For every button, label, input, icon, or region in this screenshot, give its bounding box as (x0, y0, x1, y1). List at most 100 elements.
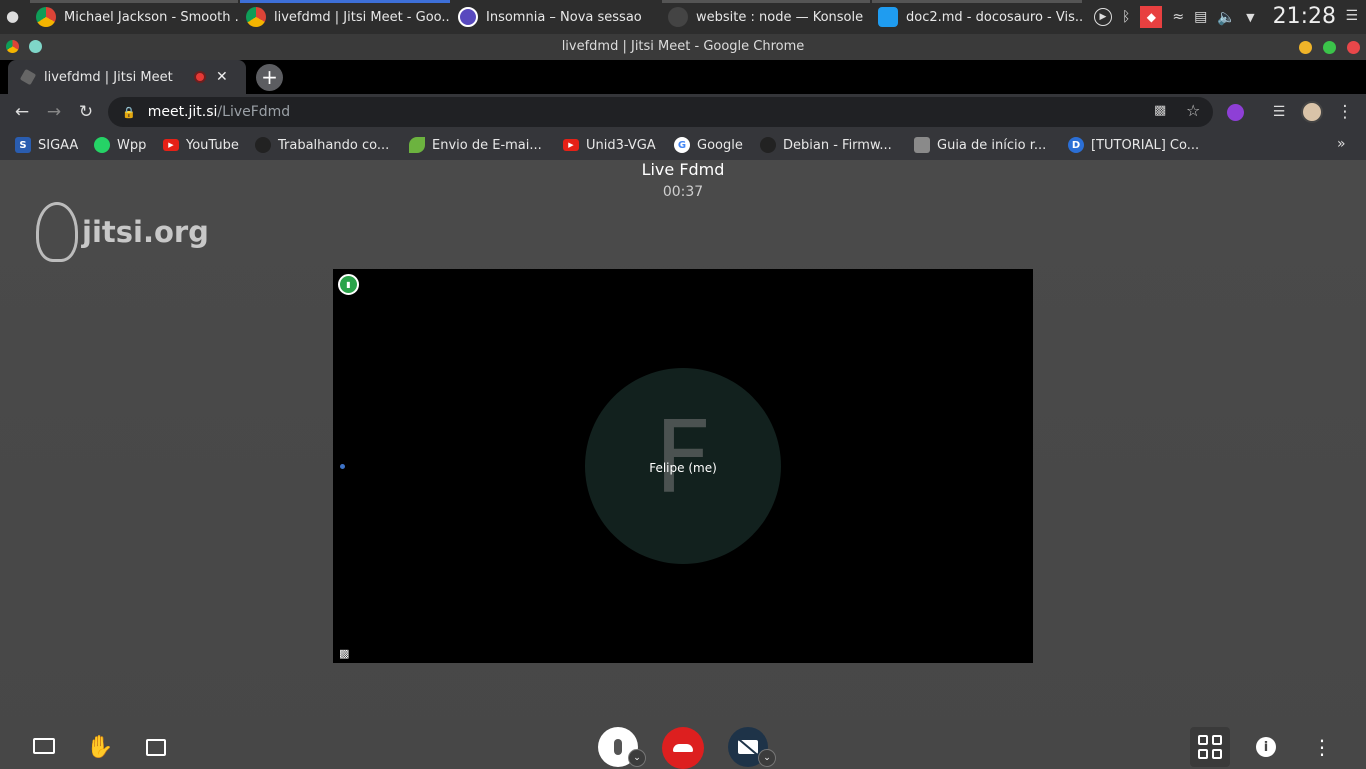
tab-strip: livefdmd | Jitsi Meet ✕ + (0, 60, 1366, 94)
bookmark-debian[interactable]: Debian - Firmw... (760, 130, 892, 160)
back-icon[interactable]: ← (10, 100, 34, 124)
meeting-stage: Live Fdmd 00:37 jitsi.org ▮ F Felipe (me… (0, 160, 1366, 769)
system-clock[interactable]: 21:28 (1273, 4, 1336, 29)
media-controls-icon[interactable]: ☰ (1267, 100, 1291, 124)
url-host: meet.jit.si (147, 104, 218, 120)
meeting-timer: 00:37 (662, 184, 704, 200)
terminal-icon (668, 7, 688, 27)
chrome-icon (6, 40, 19, 53)
url-path: /LiveFdmd (217, 104, 291, 120)
taskbar-task-chrome-music[interactable]: Michael Jackson - Smooth ... (30, 0, 238, 34)
bookmark-wpp[interactable]: Wpp (94, 130, 146, 160)
bookmark-label: YouTube (186, 137, 239, 153)
dominant-speaker-dot (340, 464, 345, 469)
new-tab-button[interactable]: + (256, 64, 283, 91)
connection-indicator-icon[interactable]: ▮ (338, 274, 359, 295)
google-icon: G (674, 137, 690, 153)
avatar-initial: F (654, 399, 712, 516)
jitsi-logo-text: jitsi.org (82, 215, 209, 249)
youtube-icon: ▶ (563, 139, 579, 151)
bookmark-unid3[interactable]: ▶ Unid3-VGA (563, 130, 656, 160)
jitsi-favicon-icon (19, 68, 37, 86)
forward-icon[interactable]: → (42, 100, 66, 124)
participant-name: Felipe (me) (649, 461, 717, 475)
taskbar-task-label: Michael Jackson - Smooth ... (64, 9, 238, 25)
bookmark-label: Unid3-VGA (586, 137, 656, 153)
apple-menu-icon[interactable]: ● (6, 8, 20, 24)
taskbar-task-insomnia[interactable]: Insomnia – Nova sessao (452, 0, 658, 34)
maximize-button[interactable] (1323, 41, 1336, 54)
more-vertical-icon: ⋮ (1312, 735, 1332, 759)
d-logo-icon: D (1068, 137, 1084, 153)
more-bookmarks-icon[interactable]: » (1337, 136, 1346, 152)
tux-icon (255, 137, 271, 153)
taskbar-task-vscode[interactable]: doc2.md - docosauro - Vis... (872, 0, 1082, 34)
camera-icon[interactable]: ▩ (1154, 103, 1166, 118)
media-play-icon[interactable]: ▶ (1094, 8, 1112, 26)
chrome-icon (36, 7, 56, 27)
pin-icon[interactable] (29, 40, 42, 53)
bluetooth-icon[interactable]: ᛒ (1122, 9, 1130, 25)
bookmark-label: Debian - Firmw... (783, 137, 892, 153)
info-icon: i (1263, 739, 1269, 755)
bookmark-google[interactable]: G Google (674, 130, 743, 160)
bookmark-envio-email[interactable]: Envio de E-mai... (409, 130, 542, 160)
bookmark-guia[interactable]: Guia de início r... (914, 130, 1046, 160)
bookmark-label: Envio de E-mai... (432, 137, 542, 153)
video-settings-chevron-icon[interactable]: ⌄ (758, 749, 776, 767)
taskbar-task-chrome-jitsi[interactable]: livefdmd | Jitsi Meet - Goo... (240, 0, 450, 34)
browser-menu-icon[interactable]: ⋮ (1333, 100, 1357, 124)
jitsi-logo[interactable]: jitsi.org (36, 200, 209, 264)
bookmark-label: Guia de início r... (937, 137, 1047, 153)
taskbar-task-konsole[interactable]: website : node — Konsole (662, 0, 870, 34)
tile-view-button[interactable] (1190, 727, 1230, 767)
tab-jitsi[interactable]: livefdmd | Jitsi Meet ✕ (8, 60, 246, 94)
profile-avatar-icon[interactable] (1300, 100, 1324, 124)
raise-hand-button[interactable]: ✋ (86, 734, 114, 760)
minimize-button[interactable] (1299, 41, 1312, 54)
chevron-down-icon[interactable]: ▼ (1246, 11, 1254, 24)
tux-icon (760, 137, 776, 153)
audio-settings-chevron-icon[interactable]: ⌄ (628, 749, 646, 767)
more-actions-button[interactable]: ⋮ (1312, 735, 1332, 759)
document-icon (914, 137, 930, 153)
chrome-icon (246, 7, 266, 27)
menu-lines-icon[interactable]: ☰ (1345, 8, 1358, 24)
extension-icon[interactable] (1223, 100, 1247, 124)
large-video[interactable]: ▮ F Felipe (me) ▩ (333, 269, 1033, 663)
bookmark-tutorial[interactable]: D [TUTORIAL] Co... (1068, 130, 1199, 160)
insomnia-icon (458, 7, 478, 27)
participant-avatar: F Felipe (me) (585, 368, 781, 564)
volume-icon[interactable]: 🔈 (1217, 8, 1236, 26)
recording-icon (194, 71, 206, 83)
chat-icon (146, 738, 166, 756)
wifi-icon[interactable]: ≈ (1172, 9, 1184, 25)
chat-button[interactable] (145, 736, 167, 758)
bookmark-star-icon[interactable]: ☆ (1186, 101, 1200, 120)
close-tab-icon[interactable]: ✕ (216, 69, 228, 85)
screen-share-button[interactable] (32, 736, 56, 756)
clipboard-icon[interactable]: ▤ (1194, 9, 1207, 25)
hangup-button[interactable] (662, 727, 704, 769)
video-muted-icon: ▩ (339, 647, 350, 660)
close-button[interactable] (1347, 41, 1360, 54)
reload-icon[interactable]: ↻ (74, 100, 98, 124)
bookmark-trabalhando[interactable]: Trabalhando co... (255, 130, 389, 160)
window-title: livefdmd | Jitsi Meet - Google Chrome (561, 39, 805, 54)
vscode-icon (878, 7, 898, 27)
lock-icon: 🔒 (122, 105, 136, 119)
window-titlebar: livefdmd | Jitsi Meet - Google Chrome (0, 34, 1366, 60)
browser-toolbar: ← → ↻ 🔒 meet.jit.si/LiveFdmd ▩ ☆ ☰ ⋮ (0, 94, 1366, 130)
url-text[interactable]: meet.jit.si/LiveFdmd (148, 104, 291, 120)
leaf-icon (409, 137, 425, 153)
taskbar-task-label: livefdmd | Jitsi Meet - Goo... (274, 9, 450, 25)
bookmark-sigaa[interactable]: S SIGAA (15, 130, 78, 160)
phone-hangup-icon (673, 744, 693, 752)
info-button[interactable]: i (1256, 737, 1276, 757)
bookmark-youtube[interactable]: ▶ YouTube (163, 130, 239, 160)
hand-icon: ✋ (86, 734, 114, 760)
address-bar[interactable]: 🔒 meet.jit.si/LiveFdmd ▩ ☆ (108, 97, 1213, 127)
bookmarks-bar: S SIGAA Wpp ▶ YouTube Trabalhando co... … (0, 130, 1366, 160)
anydesk-icon[interactable]: ◆ (1140, 6, 1163, 28)
youtube-icon: ▶ (163, 139, 179, 151)
